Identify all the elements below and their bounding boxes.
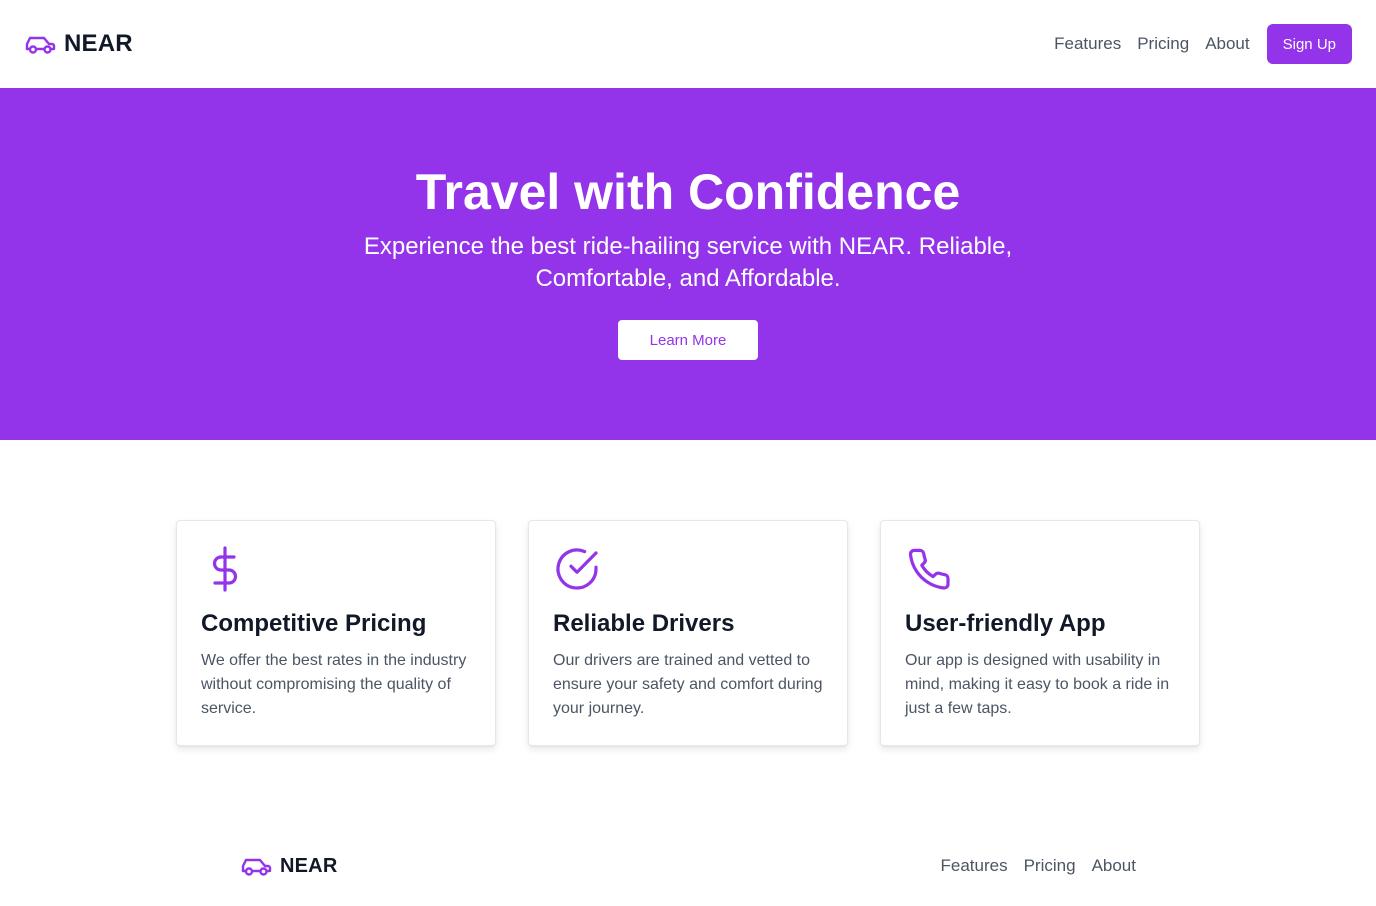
feature-description: Our app is designed with usability in mi… [905, 652, 1170, 717]
car-icon [241, 858, 272, 876]
brand-name: NEAR [64, 30, 133, 57]
nav-link-pricing[interactable]: Pricing [1137, 34, 1189, 54]
dollar-icon [212, 546, 238, 592]
footer-link-about[interactable]: About [1092, 856, 1136, 876]
feature-card-app: User-friendly App Our app is designed wi… [880, 520, 1200, 746]
site-header: NEAR Features Pricing About Sign Up [0, 0, 1376, 88]
car-icon [25, 36, 56, 54]
check-circle-icon [556, 548, 598, 590]
phone-icon [908, 548, 950, 590]
feature-title: User-friendly App [905, 610, 1106, 637]
nav-link-about[interactable]: About [1205, 34, 1249, 54]
sign-up-button[interactable]: Sign Up [1266, 24, 1352, 64]
nav-link-features[interactable]: Features [1054, 34, 1121, 54]
feature-title: Reliable Drivers [553, 610, 735, 637]
brand-logo-link[interactable]: NEAR [24, 28, 133, 60]
header-nav: Features Pricing About Sign Up [1054, 24, 1352, 64]
feature-description: Our drivers are trained and vetted to en… [553, 652, 823, 717]
hero-subtitle: Experience the best ride-hailing service… [363, 233, 1013, 292]
footer-link-pricing[interactable]: Pricing [1024, 856, 1076, 876]
site-footer: NEAR Features Pricing About [240, 846, 1136, 886]
hero-title: Travel with Confidence [415, 164, 961, 220]
hero-section: Travel with Confidence Experience the be… [0, 88, 1376, 440]
footer-brand-link[interactable]: NEAR [240, 850, 337, 882]
footer-nav: Features Pricing About [925, 856, 1137, 876]
feature-description: We offer the best rates in the industry … [201, 652, 467, 717]
feature-card-pricing: Competitive Pricing We offer the best ra… [176, 520, 496, 746]
learn-more-button[interactable]: Learn More [618, 320, 758, 360]
feature-title: Competitive Pricing [201, 610, 427, 637]
footer-brand-name: NEAR [280, 854, 338, 877]
feature-card-drivers: Reliable Drivers Our drivers are trained… [528, 520, 848, 746]
footer-link-features[interactable]: Features [941, 856, 1008, 876]
